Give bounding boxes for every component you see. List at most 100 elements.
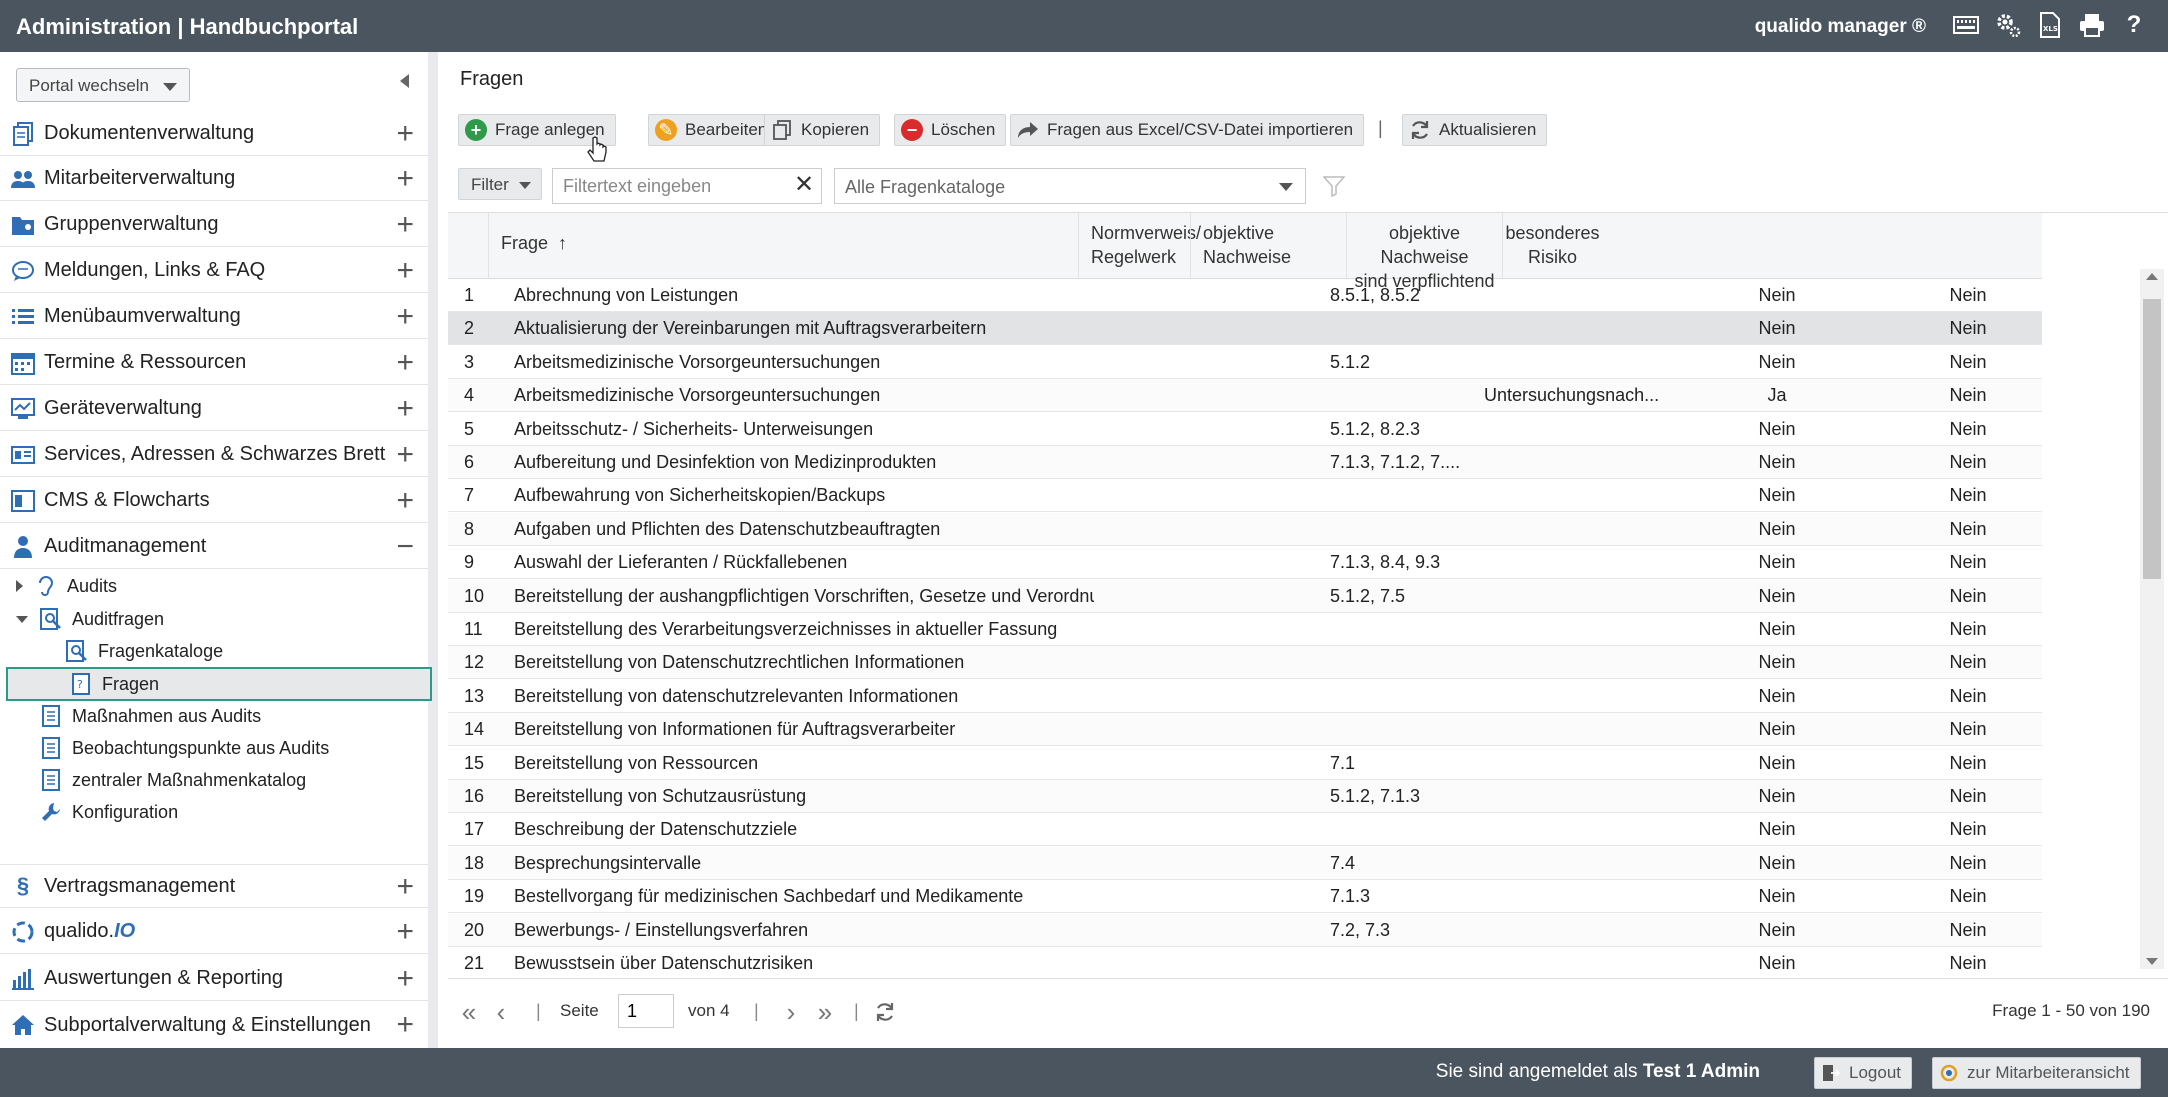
- nav-group-termine[interactable]: Termine & Ressourcen +: [0, 341, 428, 385]
- table-row[interactable]: 13 Bereitstellung von datenschutzrelevant…: [448, 680, 2042, 713]
- nav-group-dokumentenverwaltung[interactable]: Dokumentenverwaltung +: [0, 112, 428, 156]
- table-row[interactable]: 19 Bestellvorgang für medizinischen Sachb…: [448, 880, 2042, 914]
- collapse-minus-icon[interactable]: −: [396, 532, 414, 562]
- page-number-input[interactable]: [618, 994, 674, 1028]
- cell-risiko: Nein: [1949, 385, 1987, 406]
- logout-button[interactable]: Logout: [1814, 1057, 1912, 1089]
- header-besonderes-risiko[interactable]: besonderes Risiko: [1502, 213, 1602, 279]
- nav-group-auswertungen[interactable]: Auswertungen & Reporting +: [0, 957, 428, 1001]
- table-row[interactable]: 8 Aufgaben und Pflichten des Datenschutzb…: [448, 512, 2042, 546]
- expand-plus-icon[interactable]: +: [396, 440, 414, 470]
- expand-plus-icon[interactable]: +: [396, 164, 414, 194]
- table-row[interactable]: 17 Beschreibung der Datenschutzziele Nein N…: [448, 813, 2042, 847]
- table-row[interactable]: 3 Arbeitsmedizinische Vorsorgeuntersuchun…: [448, 346, 2042, 379]
- nav-group-vertragsmanagement[interactable]: § Vertragsmanagement +: [0, 864, 428, 908]
- nav-group-qualido-io[interactable]: qualido.IO +: [0, 910, 428, 954]
- tree-item-beobachtungspunkte[interactable]: Beobachtungspunkte aus Audits: [40, 733, 329, 763]
- help-icon[interactable]: ?: [2120, 10, 2148, 40]
- keyboard-icon[interactable]: [1952, 10, 1980, 40]
- expand-plus-icon[interactable]: +: [396, 872, 414, 902]
- collapse-sidebar-icon[interactable]: [400, 74, 409, 88]
- header-normverweis[interactable]: Normverweis/Regelwerk: [1078, 213, 1201, 279]
- expand-plus-icon[interactable]: +: [396, 1010, 414, 1040]
- expand-plus-icon[interactable]: +: [396, 256, 414, 286]
- nav-group-menuebaum[interactable]: Menübaumverwaltung +: [0, 295, 428, 339]
- funnel-icon[interactable]: [1318, 170, 1350, 202]
- refresh-button[interactable]: Aktualisieren: [1402, 114, 1548, 146]
- vertical-scrollbar[interactable]: [2140, 269, 2164, 969]
- expand-plus-icon[interactable]: +: [396, 348, 414, 378]
- table-row[interactable]: 7 Aufbewahrung von Sicherheitskopien/Back…: [448, 479, 2042, 513]
- cell-normverweis: 8.5.1, 8.5.2: [1330, 285, 1421, 305]
- header-frage-label: Frage ↑: [501, 231, 567, 255]
- nav-group-cms[interactable]: CMS & Flowcharts +: [0, 479, 428, 523]
- expand-plus-icon[interactable]: +: [396, 917, 414, 947]
- scroll-up-icon[interactable]: [2146, 273, 2158, 280]
- tree-item-massnahmen[interactable]: Maßnahmen aus Audits: [40, 701, 261, 731]
- cell-frage: Bereitstellung von datenschutzrelevanten…: [514, 685, 959, 706]
- import-excel-button[interactable]: Fragen aus Excel/CSV-Datei importieren: [1010, 114, 1365, 146]
- table-row[interactable]: 9 Auswahl der Lieferanten / Rückfallebene…: [448, 546, 2042, 580]
- nav-group-subportal[interactable]: Subportalverwaltung & Einstellungen +: [0, 1003, 428, 1047]
- table-row[interactable]: 21 Bewusstsein über Datenschutzrisiken Nei…: [448, 947, 2042, 978]
- pagination-bar: « ‹ | Seite von 4 | › » | Frage 1 - 50 v…: [448, 978, 2168, 1048]
- chevron-right-icon[interactable]: [16, 580, 23, 592]
- tree-item-fragenkataloge[interactable]: Fragenkataloge: [66, 636, 223, 666]
- expand-plus-icon[interactable]: +: [396, 302, 414, 332]
- portal-switch-dropdown[interactable]: Portal wechseln: [16, 68, 190, 102]
- file-icon[interactable]: XLS: [2036, 10, 2064, 40]
- nav-group-mitarbeiterverwaltung[interactable]: Mitarbeiterverwaltung +: [0, 157, 428, 201]
- expand-plus-icon[interactable]: +: [396, 964, 414, 994]
- tree-item-konfiguration[interactable]: Konfiguration: [40, 797, 178, 827]
- next-page-icon[interactable]: ›: [776, 997, 806, 1027]
- print-icon[interactable]: [2078, 10, 2106, 40]
- tree-item-fragen[interactable]: ? Fragen: [6, 667, 432, 701]
- employee-view-button[interactable]: zur Mitarbeiteransicht: [1932, 1057, 2141, 1089]
- settings-icon[interactable]: [1994, 10, 2022, 40]
- table-row[interactable]: 1 Abrechnung von Leistungen 8.5.1, 8.5.2 Ne…: [448, 279, 2042, 312]
- table-row[interactable]: 4 Arbeitsmedizinische Vorsorgeuntersuchun…: [448, 379, 2042, 413]
- header-frage[interactable]: Frage ↑: [488, 213, 1078, 279]
- table-row[interactable]: 20 Bewerbungs- / Einstellungsverfahren 7.2…: [448, 913, 2042, 947]
- nav-group-auditmanagement[interactable]: Auditmanagement −: [0, 525, 428, 569]
- last-page-icon[interactable]: »: [810, 997, 840, 1027]
- expand-plus-icon[interactable]: +: [396, 394, 414, 424]
- close-icon[interactable]: ✕: [794, 170, 814, 199]
- page-title: Fragen: [460, 68, 524, 90]
- sort-ascending-icon[interactable]: ↑: [558, 233, 567, 253]
- scrollbar-thumb[interactable]: [2143, 299, 2161, 579]
- expand-plus-icon[interactable]: +: [396, 486, 414, 516]
- delete-button[interactable]: − Löschen: [894, 114, 1007, 146]
- expand-plus-icon[interactable]: +: [396, 119, 414, 149]
- table-row[interactable]: 16 Bereitstellung von Schutzausrüstung 5.1…: [448, 780, 2042, 813]
- tree-item-audits[interactable]: Audits: [16, 571, 117, 601]
- table-row[interactable]: 14 Bereitstellung von Informationen für A…: [448, 713, 2042, 747]
- nav-group-meldungen[interactable]: Meldungen, Links & FAQ +: [0, 249, 428, 293]
- copy-button[interactable]: Kopieren: [764, 114, 881, 146]
- first-page-icon[interactable]: «: [454, 997, 484, 1027]
- header-objektive-nachweise[interactable]: objektive Nachweise: [1190, 213, 1346, 279]
- table-row[interactable]: 10 Bereitstellung der aushangpflichtigen …: [448, 579, 2042, 613]
- expand-plus-icon[interactable]: +: [396, 210, 414, 240]
- table-row[interactable]: 15 Bereitstellung von Ressourcen 7.1 Nein Ne…: [448, 747, 2042, 780]
- prev-page-icon[interactable]: ‹: [486, 997, 516, 1027]
- filter-text-input[interactable]: [552, 168, 822, 204]
- tree-item-auditfragen[interactable]: Auditfragen: [16, 604, 164, 634]
- header-nachweise-verpflichtend[interactable]: objektive Nachweise sind verpflichtend: [1346, 213, 1502, 291]
- table-row[interactable]: 2 Aktualisierung der Vereinbarungen mit A…: [448, 312, 2042, 346]
- nav-group-gruppenverwaltung[interactable]: Gruppenverwaltung +: [0, 203, 428, 247]
- tree-item-massnahmenkatalog[interactable]: zentraler Maßnahmenkatalog: [40, 765, 306, 795]
- edit-button[interactable]: ✎ Bearbeiten: [648, 114, 779, 146]
- chevron-down-icon[interactable]: [16, 615, 28, 623]
- table-row[interactable]: 5 Arbeitsschutz- / Sicherheits- Unterweis…: [448, 413, 2042, 446]
- filter-dropdown[interactable]: Filter: [458, 168, 542, 200]
- reload-icon[interactable]: [870, 997, 900, 1027]
- nav-group-geraete[interactable]: Geräteverwaltung +: [0, 387, 428, 431]
- nav-group-services[interactable]: Services, Adressen & Schwarzes Brett +: [0, 433, 428, 477]
- table-row[interactable]: 18 Besprechungsintervalle 7.4 Nein Nein: [448, 846, 2042, 880]
- table-row[interactable]: 6 Aufbereitung und Desinfektion von Mediz…: [448, 446, 2042, 479]
- table-row[interactable]: 11 Bereitstellung des Verarbeitungsverzei…: [448, 613, 2042, 646]
- scroll-down-icon[interactable]: [2146, 958, 2158, 965]
- catalog-select[interactable]: Alle Fragenkataloge: [834, 168, 1306, 204]
- table-row[interactable]: 12 Bereitstellung von Datenschutzrechtlic…: [448, 646, 2042, 680]
